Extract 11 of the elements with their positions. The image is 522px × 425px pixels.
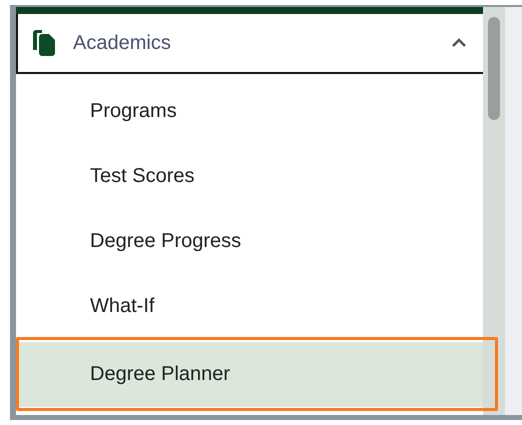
section-header[interactable]: Academics xyxy=(16,14,483,74)
menu-item[interactable]: Degree Progress xyxy=(16,209,483,274)
menu-item[interactable]: Test Scores xyxy=(16,144,483,209)
menu-item[interactable]: Programs xyxy=(16,79,483,144)
chevron-up-icon[interactable] xyxy=(451,38,467,48)
scrollbar[interactable] xyxy=(483,7,505,415)
section-title: Academics xyxy=(73,32,172,54)
scrollbar-thumb[interactable] xyxy=(488,17,500,120)
documents-icon xyxy=(33,30,55,56)
menu-item[interactable]: Degree Planner xyxy=(16,342,483,407)
menu-item[interactable]: What-If xyxy=(16,274,483,339)
